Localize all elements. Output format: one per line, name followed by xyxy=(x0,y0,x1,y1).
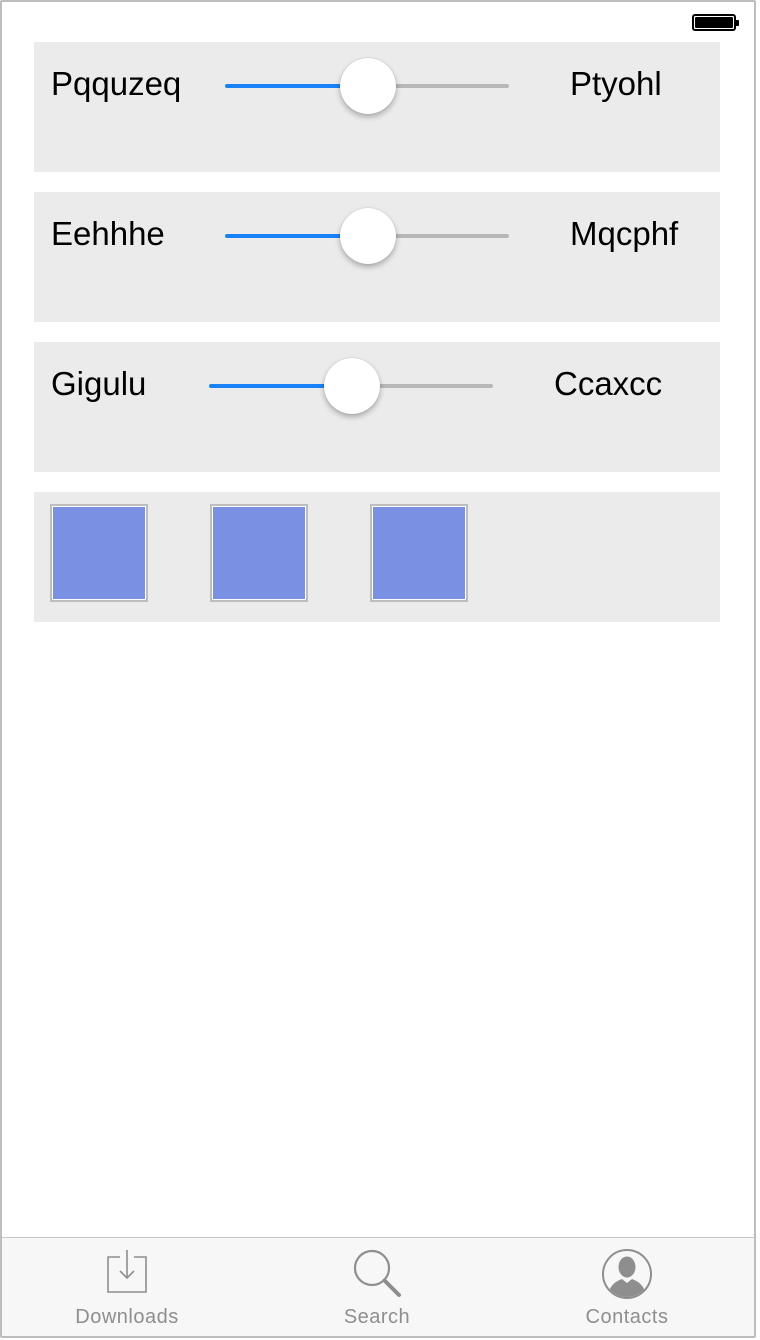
tab-downloads[interactable]: Downloads xyxy=(2,1238,252,1336)
slider-row-1: Pqquzeq Ptyohl xyxy=(34,42,720,172)
color-swatch-2[interactable] xyxy=(210,504,308,602)
search-icon xyxy=(351,1248,403,1303)
download-icon xyxy=(105,1248,149,1299)
slider-thumb[interactable] xyxy=(340,208,396,264)
slider-max-label: Mqcphf xyxy=(570,215,679,252)
slider-track-empty xyxy=(379,384,493,388)
slider-min-label: Eehhhe xyxy=(51,215,165,252)
battery-icon xyxy=(692,14,739,31)
tab-contacts[interactable]: Contacts xyxy=(502,1238,752,1336)
slider-row-3: Gigulu Ccaxcc xyxy=(34,342,720,472)
slider-track-empty xyxy=(395,234,509,238)
tab-search[interactable]: Search xyxy=(252,1238,502,1336)
slider-thumb[interactable] xyxy=(340,58,396,114)
status-bar xyxy=(2,2,754,42)
contact-icon xyxy=(601,1248,653,1305)
tab-bar: Downloads Search Contacts xyxy=(2,1237,754,1336)
app-window: Pqquzeq Ptyohl Eehhhe Mqcphf Gigulu Ccax… xyxy=(0,0,756,1338)
slider-track-empty xyxy=(395,84,509,88)
tab-label: Downloads xyxy=(75,1306,179,1328)
slider-min-label: Gigulu xyxy=(51,365,147,402)
color-swatch-3[interactable] xyxy=(370,504,468,602)
color-swatch-1[interactable] xyxy=(50,504,148,602)
slider-max-label: Ptyohl xyxy=(570,65,662,102)
slider-row-2: Eehhhe Mqcphf xyxy=(34,192,720,322)
tab-label: Contacts xyxy=(585,1306,669,1328)
swatch-row xyxy=(34,492,720,622)
tab-label: Search xyxy=(343,1306,411,1328)
slider-max-label: Ccaxcc xyxy=(554,365,663,402)
slider-min-label: Pqquzeq xyxy=(51,65,182,102)
slider-thumb[interactable] xyxy=(324,358,380,414)
